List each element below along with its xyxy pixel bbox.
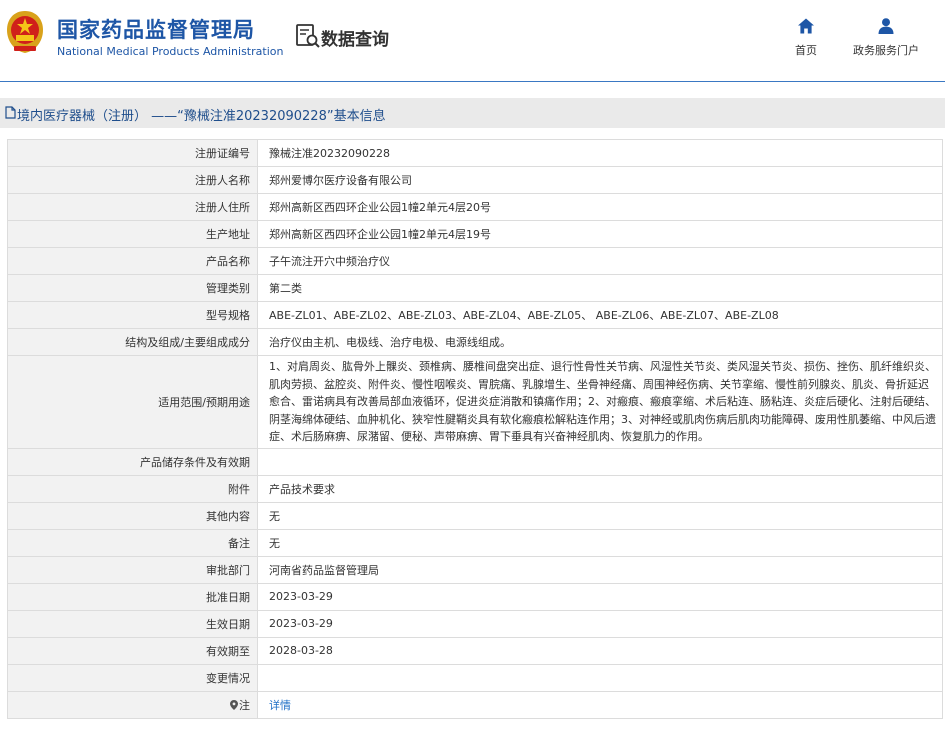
field-value-production-address: 郑州高新区西四环企业公园1幢2单元4层19号 bbox=[257, 220, 943, 248]
table-row: 批准日期 2023-03-29 bbox=[7, 582, 943, 611]
field-value-expiry-date: 2028-03-28 bbox=[257, 636, 943, 665]
pin-icon bbox=[230, 699, 238, 710]
breadcrumb-text: 境内医疗器械（注册） ——“豫械注准20232090228”基本信息 bbox=[17, 109, 386, 124]
field-label-storage: 产品储存条件及有效期 bbox=[7, 447, 258, 476]
table-row: 附件 产品技术要求 bbox=[7, 474, 943, 503]
site-title[interactable]: 国家药品监督管理局 bbox=[57, 14, 255, 44]
field-label-structure: 结构及组成/主要组成成分 bbox=[7, 328, 258, 356]
field-value-note: 详情 bbox=[257, 690, 943, 719]
table-row: 型号规格 ABE-ZL01、ABE-ZL02、ABE-ZL03、ABE-ZL04… bbox=[7, 301, 943, 329]
field-value-approval-date: 2023-03-29 bbox=[257, 582, 943, 611]
nav-service-portal[interactable]: 政务服务门户 bbox=[846, 17, 926, 61]
home-icon bbox=[798, 18, 814, 34]
nav-portal-label: 政务服务门户 bbox=[853, 44, 919, 57]
registration-info-table: 注册证编号 豫械注准20232090228 注册人名称 郑州爱博尔医疗设备有限公… bbox=[7, 139, 943, 719]
field-value-other-content: 无 bbox=[257, 501, 943, 530]
site-subtitle: National Medical Products Administration bbox=[57, 45, 284, 58]
field-label-model-spec: 型号规格 bbox=[7, 301, 258, 329]
field-value-change-history bbox=[257, 663, 943, 692]
user-icon bbox=[878, 18, 894, 34]
note-label-text: 注 bbox=[239, 698, 250, 712]
field-value-registrant-name: 郑州爱博尔医疗设备有限公司 bbox=[257, 166, 943, 194]
field-value-management-class: 第二类 bbox=[257, 274, 943, 302]
field-label-approval-dept: 审批部门 bbox=[7, 555, 258, 584]
field-label-management-class: 管理类别 bbox=[7, 274, 258, 302]
field-value-effective-date: 2023-03-29 bbox=[257, 609, 943, 638]
details-link[interactable]: 详情 bbox=[269, 699, 291, 712]
table-row: 产品储存条件及有效期 bbox=[7, 447, 943, 476]
table-row: 审批部门 河南省药品监督管理局 bbox=[7, 555, 943, 584]
table-row: 注册人名称 郑州爱博尔医疗设备有限公司 bbox=[7, 166, 943, 194]
field-label-registration-number: 注册证编号 bbox=[7, 139, 258, 167]
field-value-storage bbox=[257, 447, 943, 476]
field-label-product-name: 产品名称 bbox=[7, 247, 258, 275]
field-label-intended-use: 适用范围/预期用途 bbox=[7, 355, 258, 449]
table-row: 管理类别 第二类 bbox=[7, 274, 943, 302]
field-label-effective-date: 生效日期 bbox=[7, 609, 258, 638]
document-icon bbox=[5, 106, 16, 119]
table-row: 其他内容 无 bbox=[7, 501, 943, 530]
field-value-intended-use: 1、对肩周炎、肱骨外上髁炎、颈椎病、腰椎间盘突出症、退行性骨性关节病、风湿性关节… bbox=[257, 355, 943, 449]
field-label-other-content: 其他内容 bbox=[7, 501, 258, 530]
field-value-remarks: 无 bbox=[257, 528, 943, 557]
field-label-note: 注 bbox=[7, 690, 258, 719]
table-row: 结构及组成/主要组成成分 治疗仪由主机、电极线、治疗电极、电源线组成。 bbox=[7, 328, 943, 356]
table-row: 注 详情 bbox=[7, 690, 943, 719]
document-search-icon bbox=[296, 24, 320, 48]
field-label-change-history: 变更情况 bbox=[7, 663, 258, 692]
nav-home-label: 首页 bbox=[795, 44, 817, 57]
table-row: 生效日期 2023-03-29 bbox=[7, 609, 943, 638]
table-row: 注册人住所 郑州高新区西四环企业公园1幢2单元4层20号 bbox=[7, 193, 943, 221]
table-row: 有效期至 2028-03-28 bbox=[7, 636, 943, 665]
site-header: 国家药品监督管理局 National Medical Products Admi… bbox=[0, 0, 945, 82]
field-value-product-name: 子午流注开穴中频治疗仪 bbox=[257, 247, 943, 275]
field-value-structure: 治疗仪由主机、电极线、治疗电极、电源线组成。 bbox=[257, 328, 943, 356]
table-row: 适用范围/预期用途 1、对肩周炎、肱骨外上髁炎、颈椎病、腰椎间盘突出症、退行性骨… bbox=[7, 355, 943, 449]
field-label-expiry-date: 有效期至 bbox=[7, 636, 258, 665]
field-label-registrant-address: 注册人住所 bbox=[7, 193, 258, 221]
field-value-registrant-address: 郑州高新区西四环企业公园1幢2单元4层20号 bbox=[257, 193, 943, 221]
table-row: 生产地址 郑州高新区西四环企业公园1幢2单元4层19号 bbox=[7, 220, 943, 248]
field-value-registration-number: 豫械注准20232090228 bbox=[257, 139, 943, 167]
table-row: 备注 无 bbox=[7, 528, 943, 557]
field-label-production-address: 生产地址 bbox=[7, 220, 258, 248]
breadcrumb: 境内医疗器械（注册） ——“豫械注准20232090228”基本信息 bbox=[0, 98, 945, 128]
field-label-remarks: 备注 bbox=[7, 528, 258, 557]
national-emblem-icon[interactable] bbox=[5, 9, 45, 55]
nav-home[interactable]: 首页 bbox=[786, 17, 826, 61]
field-label-approval-date: 批准日期 bbox=[7, 582, 258, 611]
page-title: 数据查询 bbox=[321, 30, 389, 50]
field-label-registrant-name: 注册人名称 bbox=[7, 166, 258, 194]
table-row: 变更情况 bbox=[7, 663, 943, 692]
field-label-attachment: 附件 bbox=[7, 474, 258, 503]
field-value-attachment: 产品技术要求 bbox=[257, 474, 943, 503]
field-value-model-spec: ABE-ZL01、ABE-ZL02、ABE-ZL03、ABE-ZL04、ABE-… bbox=[257, 301, 943, 329]
table-row: 产品名称 子午流注开穴中频治疗仪 bbox=[7, 247, 943, 275]
field-value-approval-dept: 河南省药品监督管理局 bbox=[257, 555, 943, 584]
table-row: 注册证编号 豫械注准20232090228 bbox=[7, 139, 943, 167]
